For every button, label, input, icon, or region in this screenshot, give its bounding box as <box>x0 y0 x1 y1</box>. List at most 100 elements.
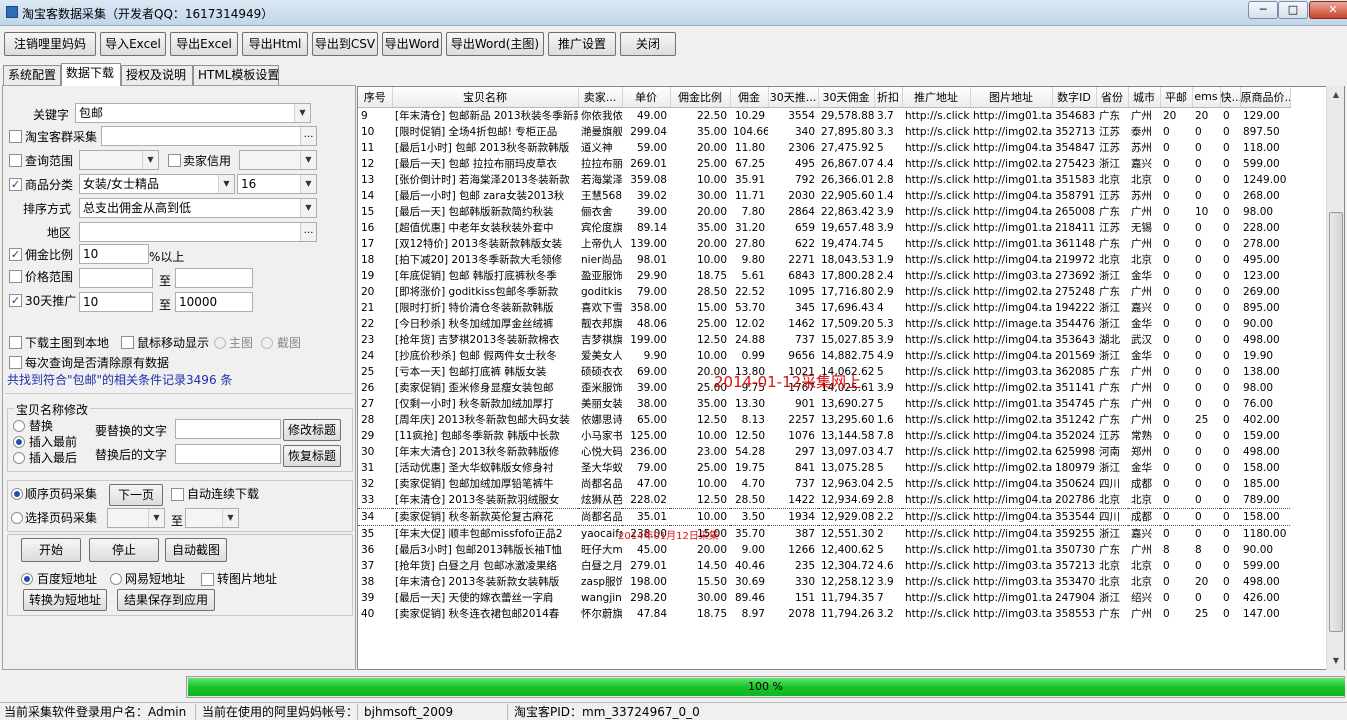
scroll-thumb[interactable] <box>1329 212 1343 632</box>
to-img-checkbox[interactable] <box>201 573 214 586</box>
minimize-button[interactable]: ─ <box>1248 1 1278 19</box>
table-row[interactable]: 31 [活动优惠] 圣大华蚁韩版女修身衬 圣大华蚁 79.00 25.00 19.75 84… <box>358 460 1290 476</box>
column-header[interactable]: 卖家... <box>578 87 623 108</box>
export-word-mainimg-button[interactable]: 导出Word(主图) <box>446 32 544 56</box>
table-row[interactable]: 38 [年末清仓] 2013冬装新款女装韩版 zasp服饰 198.00 15.50 30… <box>358 574 1290 590</box>
seller-credit-select[interactable]: ▼ <box>239 150 317 170</box>
convert-short-button[interactable]: 转换为短地址 <box>23 589 107 611</box>
seller-credit-checkbox[interactable] <box>168 154 181 167</box>
import-excel-button[interactable]: 导入Excel <box>100 32 166 56</box>
scroll-up-icon[interactable]: ▲ <box>1327 86 1345 103</box>
group-collect-input[interactable]: … <box>101 126 317 146</box>
column-header[interactable]: 30天佣金 <box>818 87 875 108</box>
chevron-down-icon[interactable]: ▼ <box>148 509 164 527</box>
table-row[interactable]: 24 [抄底价秒杀] 包邮 假两件女士秋冬 爱美女人 9.90 10.00 0.99 965… <box>358 348 1290 364</box>
seq-page-radio[interactable] <box>11 488 23 500</box>
price-range-checkbox[interactable] <box>9 270 22 283</box>
close-window-button[interactable]: ✕ <box>1309 1 1347 19</box>
table-row[interactable]: 17 [双12特价] 2013冬装新款韩版女装 上帝仇人 139.00 20.00 27.… <box>358 236 1290 252</box>
export-html-button[interactable]: 导出Html <box>242 32 308 56</box>
auto-screenshot-button[interactable]: 自动截图 <box>165 538 227 562</box>
restore-title-button[interactable]: 恢复标题 <box>283 445 341 467</box>
tab-system-config[interactable]: 系统配置 <box>3 65 61 85</box>
screenshot-radio[interactable] <box>261 337 273 349</box>
insert-back-radio[interactable] <box>13 452 25 464</box>
table-row[interactable]: 22 [今日秒杀] 秋冬加绒加厚金丝绒裤 靓衣邦旗 48.06 25.00 12.02 14… <box>358 316 1290 332</box>
promo-settings-button[interactable]: 推广设置 <box>548 32 616 56</box>
results-grid[interactable]: 序号 宝贝名称 卖家... 单价 佣金比例 佣金 30天推... 30天佣金 折扣 推广地址 图片地… <box>357 86 1345 670</box>
table-row[interactable]: 9 [年末清仓] 包邮新品 2013秋装冬季新款 你依我侬 49.00 22.50 10.… <box>358 107 1290 124</box>
column-header[interactable]: 图片地址 <box>970 87 1053 108</box>
maximize-button[interactable]: □ <box>1278 1 1308 19</box>
table-row[interactable]: 15 [最后一天] 包邮韩版新款简约秋装 俪衣舍 39.00 20.00 7.80 2864… <box>358 204 1290 220</box>
chevron-down-icon[interactable]: ▼ <box>294 104 310 122</box>
chevron-down-icon[interactable]: ▼ <box>218 175 234 193</box>
export-csv-button[interactable]: 导出到CSV <box>312 32 378 56</box>
table-row[interactable]: 12 [最后一天] 包邮 拉拉布丽玛皮草衣 拉拉布丽 269.01 25.00 67.25… <box>358 156 1290 172</box>
table-row[interactable]: 23 [抢年货] 吉梦祺2013冬装新款棉衣 吉梦祺旗 199.00 12.50 24.8… <box>358 332 1290 348</box>
tab-data-download[interactable]: 数据下载 <box>61 63 121 86</box>
chevron-down-icon[interactable]: ▼ <box>300 151 316 169</box>
column-header[interactable]: 宝贝名称 <box>392 87 579 108</box>
table-row[interactable]: 19 [年底促销] 包邮 韩版打底裤秋冬季 盈亚服饰 29.90 18.75 5.61 68… <box>358 268 1290 284</box>
table-row[interactable]: 33 [年末清仓] 2013冬装新款羽绒服女 炫狮从芭 228.02 12.50 28.5… <box>358 492 1290 509</box>
chevron-down-icon[interactable]: ▼ <box>300 199 316 217</box>
column-header[interactable]: 折扣 <box>874 87 903 108</box>
column-header[interactable]: 数字ID <box>1052 87 1097 108</box>
modify-title-button[interactable]: 修改标题 <box>283 419 341 441</box>
promo30-min-input[interactable]: 10 <box>79 292 153 312</box>
table-row[interactable]: 16 [超值优惠] 中老年女装秋装外套中 宾伦度旗 89.14 35.00 31.20 65… <box>358 220 1290 236</box>
sort-select[interactable]: 总支出佣金从高到低 ▼ <box>79 198 317 218</box>
query-range-checkbox[interactable] <box>9 154 22 167</box>
ellipsis-icon[interactable]: … <box>300 223 316 241</box>
group-collect-checkbox[interactable] <box>9 130 22 143</box>
chevron-down-icon[interactable]: ▼ <box>222 509 238 527</box>
export-excel-button[interactable]: 导出Excel <box>170 32 238 56</box>
region-input[interactable]: … <box>79 222 317 242</box>
baidu-short-radio[interactable] <box>21 573 33 585</box>
table-row[interactable]: 26 [卖家促销] 歪米修身显瘦女装包邮 歪米服饰 39.00 25.00 9.75 176… <box>358 380 1290 396</box>
column-header[interactable]: 省份 <box>1096 87 1129 108</box>
save-results-button[interactable]: 结果保存到应用 <box>117 589 215 611</box>
query-range-select[interactable]: ▼ <box>79 150 159 170</box>
find-text-input[interactable] <box>175 419 281 439</box>
keyword-input[interactable]: 包邮 ▼ <box>75 103 311 123</box>
column-header[interactable]: ems <box>1192 87 1221 108</box>
table-row[interactable]: 40 [卖家促销] 秋冬连衣裙包邮2014春 怀尔蔚旗 47.84 18.75 8.97 2… <box>358 606 1290 622</box>
ellipsis-icon[interactable]: … <box>300 127 316 145</box>
promo30-checkbox[interactable]: ✓ <box>9 294 22 307</box>
download-img-checkbox[interactable] <box>9 336 22 349</box>
logout-alimama-button[interactable]: 注销哩里妈妈 <box>4 32 96 56</box>
table-row[interactable]: 35 [年末大促] 顺丰包邮missfofo正品2 yaocaifan 238.00 1… <box>358 525 1290 542</box>
table-row[interactable]: 29 [11疯抢] 包邮冬季新款 韩版中长款 小马家书 125.00 10.00 12.5… <box>358 428 1290 444</box>
table-row[interactable]: 13 [张价倒计时] 若海棠泽2013冬装新款 若海棠泽 359.08 10.00 35.… <box>358 172 1290 188</box>
clear-data-checkbox[interactable] <box>9 356 22 369</box>
table-row[interactable]: 10 [限时促销] 全场4折包邮! 专柜正品 滟曼旗舰 299.04 35.00 104.… <box>358 124 1290 140</box>
commission-input[interactable]: 10 <box>79 244 149 264</box>
category-select[interactable]: 女装/女士精品 ▼ <box>79 174 235 194</box>
column-header[interactable]: 30天推... <box>768 87 819 108</box>
export-word-button[interactable]: 导出Word <box>382 32 442 56</box>
replace-text-input[interactable] <box>175 444 281 464</box>
select-page-radio[interactable] <box>11 512 23 524</box>
main-img-radio[interactable] <box>214 337 226 349</box>
column-header[interactable]: 佣金比例 <box>670 87 731 108</box>
mouse-show-checkbox[interactable] <box>121 336 134 349</box>
table-row[interactable]: 36 [最后3小时] 包邮2013韩版长袖T恤 旺仔大m 45.00 20.00 9.00… <box>358 542 1290 558</box>
table-row[interactable]: 27 [仅剩一小时] 秋冬新款加绒加厚打 美丽女装 38.00 35.00 13.30 90… <box>358 396 1290 412</box>
column-header[interactable]: 城市 <box>1128 87 1161 108</box>
table-row[interactable]: 32 [卖家促销] 包邮加绒加厚铅笔裤牛 尚都名品 47.00 10.00 4.70 737… <box>358 476 1290 492</box>
netease-short-radio[interactable] <box>110 573 122 585</box>
scroll-down-icon[interactable]: ▼ <box>1327 652 1345 669</box>
table-row[interactable]: 14 [最后一小时] 包邮 zara女装2013秋 王慧5688 39.02 30.00… <box>358 188 1290 204</box>
commission-checkbox[interactable]: ✓ <box>9 248 22 261</box>
column-header[interactable]: 平邮 <box>1160 87 1193 108</box>
next-page-button[interactable]: 下一页 <box>109 484 163 506</box>
page-from-select[interactable]: ▼ <box>107 508 165 528</box>
table-row[interactable]: 11 [最后1小时] 包邮 2013秋冬新款韩版 道义神 59.00 20.00 11.8… <box>358 140 1290 156</box>
tab-license[interactable]: 授权及说明 <box>121 65 193 85</box>
column-header[interactable]: 佣金 <box>730 87 769 108</box>
category-checkbox[interactable]: ✓ <box>9 178 22 191</box>
promo30-max-input[interactable]: 10000 <box>175 292 253 312</box>
replace-radio[interactable] <box>13 420 25 432</box>
